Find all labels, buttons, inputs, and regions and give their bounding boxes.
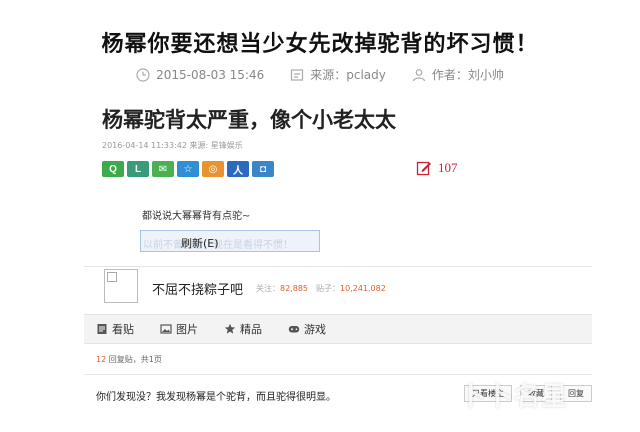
posts-count: 10,241,082 bbox=[340, 284, 386, 293]
wechat-icon: ✉ bbox=[158, 163, 168, 175]
tab-posts-label: 看贴 bbox=[112, 323, 134, 336]
l-share-button[interactable]: L bbox=[127, 161, 149, 177]
user-icon bbox=[412, 68, 425, 81]
document-icon bbox=[97, 324, 107, 334]
tab-games-label: 游戏 bbox=[304, 323, 326, 336]
forum-profile-bar: 不屈不挠粽子吧 关注：82,885 贴子：10,241,082 bbox=[84, 266, 592, 310]
reply-text: 你们发现没？我发现杨幂是个驼背，而且驼得很明显。 bbox=[96, 392, 336, 403]
author-text: 作者：刘小帅 bbox=[431, 68, 504, 82]
weibo-share-button[interactable]: ◎ bbox=[202, 161, 224, 177]
share-share-button[interactable]: ◘ bbox=[252, 161, 274, 177]
post-date-line: 2016-04-14 11:33:42 来源: 星锋娱乐 bbox=[102, 141, 243, 150]
broken-image-icon bbox=[107, 272, 117, 282]
gamepad-icon bbox=[288, 326, 300, 333]
star-icon bbox=[224, 323, 236, 334]
comment-count[interactable]: 107 bbox=[416, 160, 458, 176]
tab-games[interactable]: 游戏 bbox=[288, 321, 326, 337]
author-meta: 作者：刘小帅 bbox=[412, 66, 504, 83]
renren-icon: 人 bbox=[233, 165, 243, 177]
reply-count: 12 bbox=[96, 355, 107, 364]
comment-count-number: 107 bbox=[438, 160, 458, 175]
follow-label: 关注： bbox=[256, 284, 280, 293]
source-icon bbox=[291, 68, 304, 81]
tab-featured[interactable]: 精品 bbox=[224, 321, 262, 337]
date-meta: 2015-08-03 15:46 bbox=[136, 66, 264, 83]
divider bbox=[84, 374, 592, 375]
posts-label: 贴子： bbox=[316, 284, 340, 293]
reply-info: 12 回复贴，共1页 bbox=[96, 354, 162, 365]
share-buttons: Q L ✉ ☆ ◎ 人 ◘ bbox=[102, 161, 274, 177]
tab-images[interactable]: 图片 bbox=[160, 321, 198, 337]
edit-icon bbox=[416, 161, 431, 176]
tab-featured-label: 精品 bbox=[240, 323, 262, 336]
article-meta: 2015-08-03 15:46 来源：pclady 作者：刘小帅 bbox=[0, 66, 640, 83]
follow-stat: 关注：82,885 bbox=[256, 283, 308, 294]
qzone-share-button[interactable]: ☆ bbox=[177, 161, 199, 177]
article-title: 杨幂你要还想当少女先改掉驼背的坏习惯！ bbox=[101, 32, 539, 57]
embedded-screenshot: 杨幂驼背太严重，像个小老太太 2016-04-14 11:33:42 来源: 星… bbox=[84, 100, 592, 404]
watermark: 卜卜名星 bbox=[460, 382, 569, 412]
qq-share-button[interactable]: Q bbox=[102, 161, 124, 177]
follow-count: 82,885 bbox=[280, 284, 308, 293]
forum-tabs: 看贴 图片 精品 游戏 bbox=[84, 314, 592, 344]
context-menu: 以前不曾注意，现在是看得不惯！ 刷新(E) bbox=[140, 230, 320, 252]
reply-info-label: 回复贴，共1页 bbox=[108, 355, 162, 364]
avatar[interactable] bbox=[104, 269, 138, 303]
posts-stat: 贴子：10,241,082 bbox=[316, 283, 386, 294]
post-title: 杨幂驼背太严重，像个小老太太 bbox=[102, 108, 396, 132]
forum-name[interactable]: 不屈不挠粽子吧 bbox=[152, 279, 243, 298]
share-icon: ◘ bbox=[259, 163, 267, 175]
tab-posts[interactable]: 看贴 bbox=[96, 321, 134, 337]
qq-icon: Q bbox=[109, 163, 117, 175]
qzone-icon: ☆ bbox=[183, 163, 193, 175]
clock-icon bbox=[136, 67, 150, 82]
source-text: 来源：pclady bbox=[310, 68, 386, 82]
renren-share-button[interactable]: 人 bbox=[227, 161, 249, 177]
image-icon bbox=[160, 324, 172, 334]
weibo-icon: ◎ bbox=[208, 163, 218, 175]
wechat-share-button[interactable]: ✉ bbox=[152, 161, 174, 177]
l-icon: L bbox=[134, 163, 142, 175]
tab-images-label: 图片 bbox=[176, 323, 198, 336]
source-meta: 来源：pclady bbox=[290, 66, 386, 83]
post-text: 都说说大幂幂背有点驼~ bbox=[142, 211, 251, 222]
refresh-menu-item[interactable]: 刷新(E) bbox=[181, 235, 219, 251]
date-text: 2015-08-03 15:46 bbox=[156, 67, 265, 82]
